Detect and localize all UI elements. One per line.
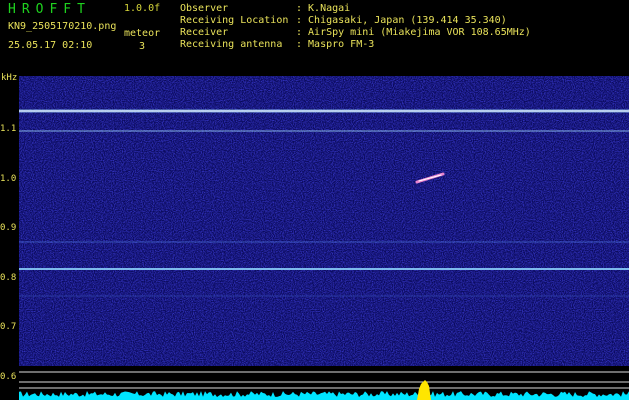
antenna-value: : Maspro FM-3 — [296, 39, 375, 50]
capture-datetime: 25.05.17 02:10 — [8, 40, 93, 51]
y-axis-unit: kHz — [1, 73, 18, 83]
observer-value: : K.Nagai — [296, 3, 351, 14]
location-value: : Chigasaki, Japan (139.414 35.340) — [296, 15, 507, 26]
file-name: KN9_2505170210.png — [8, 21, 117, 32]
receiver-label: Receiver — [180, 27, 229, 38]
receiver-value: : AirSpy mini (Miakejima VOR 108.65MHz) — [296, 27, 531, 38]
y-tick-label: 0.9 — [0, 223, 17, 233]
spectrogram-noise — [19, 76, 629, 400]
version-label: 1.0.0f — [124, 3, 161, 14]
detection-count: 3 — [139, 41, 146, 52]
y-tick-label: 1.1 — [0, 124, 17, 134]
y-tick-label: 0.8 — [0, 273, 17, 283]
observer-label: Observer — [180, 3, 229, 14]
spectrogram-plot — [19, 76, 629, 400]
y-tick-label: 0.7 — [0, 322, 17, 332]
y-tick-label: 1.0 — [0, 174, 17, 184]
hrofft-window: HROFFT 1.0.0f KN9_2505170210.png 25.05.1… — [0, 0, 629, 400]
mode-label: meteor — [124, 28, 161, 39]
y-tick-label: 0.6 — [0, 372, 17, 382]
app-title: HROFFT — [8, 2, 91, 17]
location-label: Receiving Location — [180, 15, 289, 26]
antenna-label: Receiving antenna — [180, 39, 283, 50]
